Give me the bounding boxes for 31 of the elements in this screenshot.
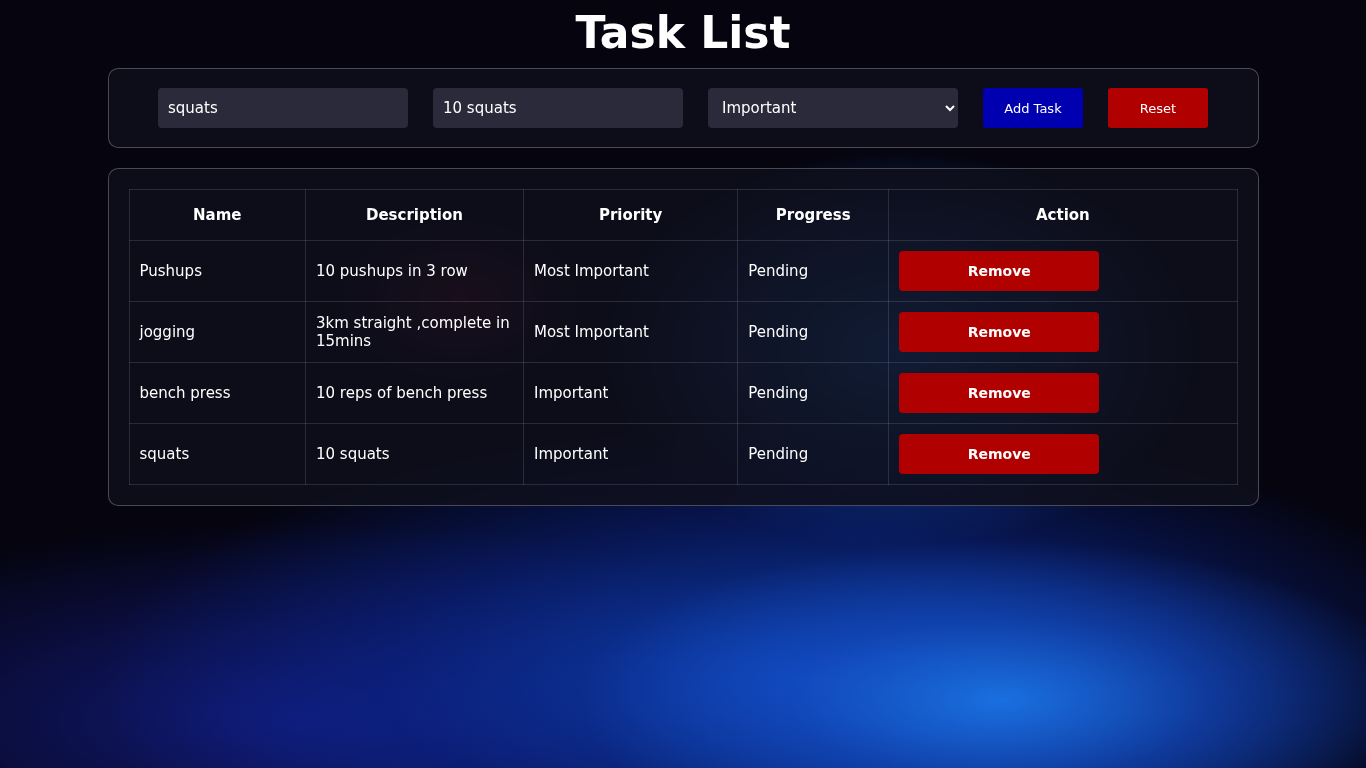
table-cell: Pending [737, 423, 889, 485]
table-cell: Pending [737, 362, 889, 424]
table-cell: Important [523, 423, 738, 485]
table-cell: bench press [129, 362, 306, 424]
remove-button[interactable]: Remove [899, 434, 1100, 474]
column-header: Description [305, 189, 524, 241]
table-cell: Most Important [523, 301, 738, 363]
priority-dropdown[interactable]: Important [708, 88, 958, 128]
remove-button[interactable]: Remove [899, 312, 1100, 352]
column-header: Action [888, 189, 1237, 241]
reset-button[interactable]: Reset [1108, 88, 1208, 128]
name-field[interactable]: squats [158, 88, 408, 128]
remove-button[interactable]: Remove [899, 251, 1100, 291]
add-task-button[interactable]: Add Task [983, 88, 1083, 128]
table-cell: 10 pushups in 3 row [305, 240, 524, 302]
column-header: Progress [737, 189, 889, 241]
table-cell: Important [523, 362, 738, 424]
table-cell: 3km straight ,complete in 15mins [305, 301, 524, 363]
table-cell: 10 reps of bench press [305, 362, 524, 424]
table-cell: Most Important [523, 240, 738, 302]
table-cell: squats [129, 423, 306, 485]
table-cell: Pushups [129, 240, 306, 302]
table-cell: jogging [129, 301, 306, 363]
page-title: Task List [575, 6, 791, 60]
table-cell: Pending [737, 240, 889, 302]
table-cell: 10 squats [305, 423, 524, 485]
column-header: Priority [523, 189, 738, 241]
remove-button[interactable]: Remove [899, 373, 1100, 413]
column-header: Name [129, 189, 306, 241]
description-field[interactable]: 10 squats [433, 88, 683, 128]
table-cell: Pending [737, 301, 889, 363]
